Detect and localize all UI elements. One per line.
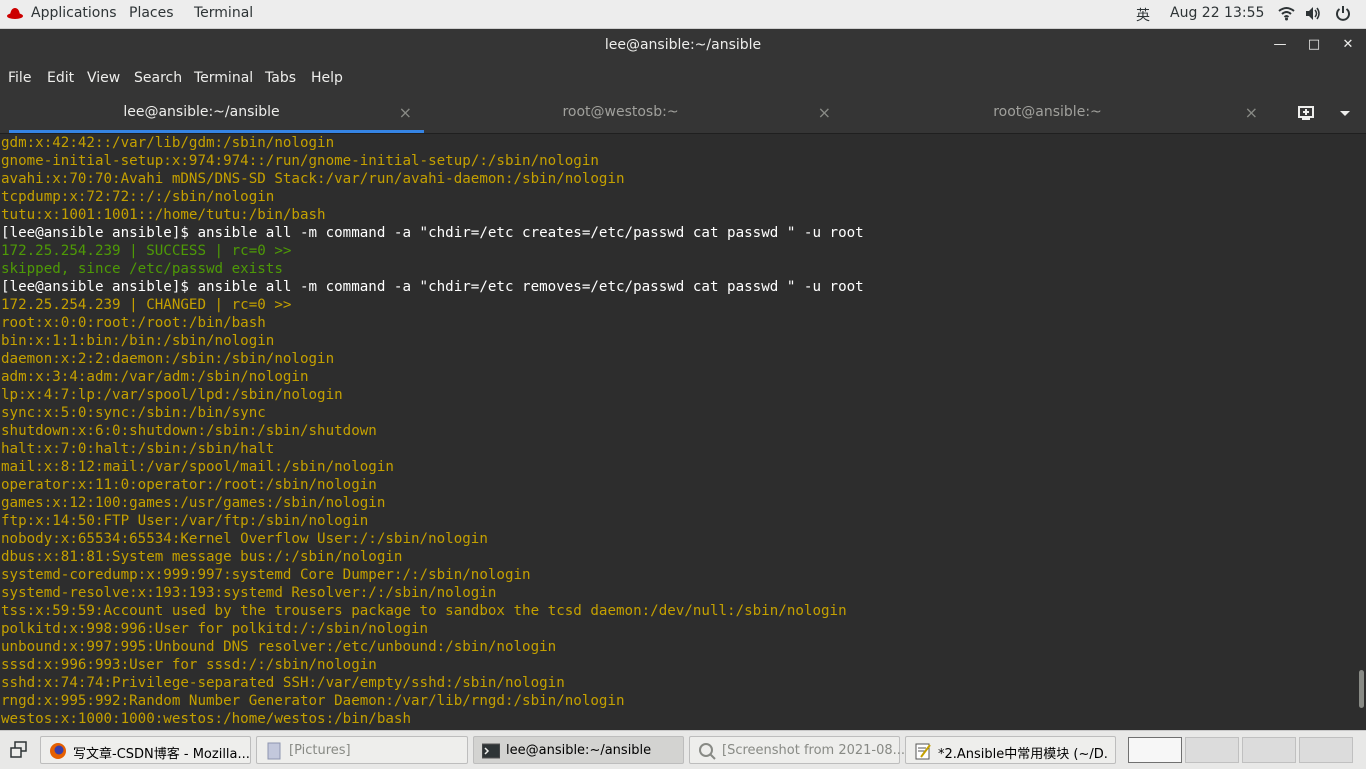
taskbar-item-firefox[interactable]: 写文章-CSDN博客 - Mozilla... — [40, 736, 251, 764]
image-viewer-icon — [699, 743, 716, 760]
taskbar-item-screenshot[interactable]: [Screenshot from 2021-08... — [689, 736, 905, 764]
taskbar-item-label: 写文章-CSDN博客 - Mozilla... — [73, 747, 250, 762]
tab-label: root@westosb:~ — [562, 104, 679, 120]
taskbar-item-label: *2.Ansible中常用模块 (~/D... — [938, 747, 1108, 762]
terminal-line: operator:x:11:0:operator:/root:/sbin/nol… — [1, 477, 377, 493]
redhat-logo-icon[interactable] — [7, 7, 23, 19]
terminal-line: halt:x:7:0:halt:/sbin:/sbin/halt — [1, 441, 275, 457]
taskbar-item-terminal[interactable]: lee@ansible:~/ansible — [473, 736, 684, 764]
close-tab-icon[interactable]: × — [399, 103, 412, 122]
terminal-line: games:x:12:100:games:/usr/games:/sbin/no… — [1, 495, 386, 511]
window-titlebar[interactable]: lee@ansible:~/ansible — □ ✕ — [0, 29, 1366, 63]
terminal-line: shutdown:x:6:0:shutdown:/sbin:/sbin/shut… — [1, 423, 377, 439]
terminal-line: root:x:0:0:root:/root:/bin/bash — [1, 315, 266, 331]
terminal-line: 172.25.254.239 | CHANGED | rc=0 >> — [1, 297, 292, 313]
terminal-line: sssd:x:996:993:User for sssd:/:/sbin/nol… — [1, 657, 377, 673]
power-icon[interactable] — [1335, 5, 1351, 21]
close-tab-icon[interactable]: × — [818, 103, 831, 122]
scrollbar-thumb[interactable] — [1359, 670, 1364, 708]
terminal-line: westos:x:1000:1000:westos:/home/westos:/… — [1, 711, 411, 727]
tab-bar: lee@ansible:~/ansible × root@westosb:~ ×… — [0, 93, 1366, 134]
terminal-output[interactable]: gdm:x:42:42::/var/lib/gdm:/sbin/nologing… — [0, 134, 1356, 730]
menu-help[interactable]: Help — [311, 70, 343, 86]
terminal-icon — [482, 743, 500, 759]
workspace-2[interactable] — [1185, 737, 1239, 763]
minimize-button[interactable]: — — [1272, 37, 1288, 53]
menu-file[interactable]: File — [8, 70, 31, 86]
new-tab-icon[interactable] — [1297, 105, 1315, 121]
terminal-line: daemon:x:2:2:daemon:/sbin:/sbin/nologin — [1, 351, 335, 367]
tab-label: root@ansible:~ — [993, 104, 1102, 120]
menu-bar: File Edit View Search Terminal Tabs Help — [0, 63, 1366, 94]
menu-tabs[interactable]: Tabs — [265, 70, 296, 86]
terminal-line: bin:x:1:1:bin:/bin:/sbin/nologin — [1, 333, 275, 349]
wifi-icon[interactable] — [1278, 6, 1295, 21]
places-menu[interactable]: Places — [129, 5, 174, 21]
terminal-line: sync:x:5:0:sync:/sbin:/bin/sync — [1, 405, 266, 421]
taskbar-item-pictures[interactable]: [Pictures] — [256, 736, 468, 764]
terminal-line: unbound:x:997:995:Unbound DNS resolver:/… — [1, 639, 557, 655]
terminal-line: adm:x:3:4:adm:/var/adm:/sbin/nologin — [1, 369, 309, 385]
terminal-line: skipped, since /etc/passwd exists — [1, 261, 283, 277]
terminal-app-menu[interactable]: Terminal — [194, 5, 253, 21]
tab-root-westosb[interactable]: root@westosb:~ × — [428, 93, 843, 133]
tab-root-ansible[interactable]: root@ansible:~ × — [855, 93, 1270, 133]
clock[interactable]: Aug 22 13:55 — [1170, 5, 1264, 21]
tab-lee-ansible[interactable]: lee@ansible:~/ansible × — [9, 93, 424, 133]
applications-menu[interactable]: Applications — [31, 5, 117, 21]
terminal-line: tss:x:59:59:Account used by the trousers… — [1, 603, 847, 619]
taskbar-item-label: [Pictures] — [289, 743, 351, 758]
close-window-button[interactable]: ✕ — [1340, 37, 1356, 53]
workspace-4[interactable] — [1299, 737, 1353, 763]
terminal-line: 172.25.254.239 | SUCCESS | rc=0 >> — [1, 243, 292, 259]
window-list-taskbar: 写文章-CSDN博客 - Mozilla... [Pictures] lee@a… — [0, 730, 1366, 769]
terminal-line: systemd-resolve:x:193:193:systemd Resolv… — [1, 585, 497, 601]
menu-search[interactable]: Search — [134, 70, 182, 86]
menu-view[interactable]: View — [87, 70, 120, 86]
taskbar-item-text-editor[interactable]: *2.Ansible中常用模块 (~/D... — [905, 736, 1116, 764]
close-tab-icon[interactable]: × — [1245, 103, 1258, 122]
terminal-line: avahi:x:70:70:Avahi mDNS/DNS-SD Stack:/v… — [1, 171, 625, 187]
maximize-button[interactable]: □ — [1306, 37, 1322, 53]
terminal-line: tutu:x:1001:1001::/home/tutu:/bin/bash — [1, 207, 326, 223]
terminal-line: rngd:x:995:992:Random Number Generator D… — [1, 693, 625, 709]
tab-list-chevron-down-icon[interactable] — [1339, 110, 1351, 118]
show-desktop-icon[interactable] — [10, 741, 28, 759]
terminal-scrollbar[interactable] — [1356, 134, 1366, 730]
folder-icon — [267, 742, 281, 760]
terminal-line: lp:x:4:7:lp:/var/spool/lpd:/sbin/nologin — [1, 387, 343, 403]
terminal-line: polkitd:x:998:996:User for polkitd:/:/sb… — [1, 621, 429, 637]
window-title: lee@ansible:~/ansible — [604, 37, 762, 53]
menu-edit[interactable]: Edit — [47, 70, 74, 86]
top-panel: Applications Places Terminal 英 Aug 22 13… — [0, 0, 1366, 29]
terminal-line: nobody:x:65534:65534:Kernel Overflow Use… — [1, 531, 488, 547]
text-editor-icon — [915, 743, 931, 760]
terminal-line: sshd:x:74:74:Privilege-separated SSH:/va… — [1, 675, 565, 691]
input-method-indicator[interactable]: 英 — [1136, 5, 1150, 25]
volume-icon[interactable] — [1305, 6, 1322, 21]
terminal-line: gnome-initial-setup:x:974:974::/run/gnom… — [1, 153, 599, 169]
workspace-1[interactable] — [1128, 737, 1182, 763]
taskbar-item-label: lee@ansible:~/ansible — [506, 743, 652, 758]
terminal-line: [lee@ansible ansible]$ ansible all -m co… — [1, 225, 864, 241]
terminal-line: ftp:x:14:50:FTP User:/var/ftp:/sbin/nolo… — [1, 513, 369, 529]
terminal-line: dbus:x:81:81:System message bus:/:/sbin/… — [1, 549, 403, 565]
terminal-line: tcpdump:x:72:72::/:/sbin/nologin — [1, 189, 275, 205]
tab-label: lee@ansible:~/ansible — [123, 104, 280, 120]
terminal-line: gdm:x:42:42::/var/lib/gdm:/sbin/nologin — [1, 135, 335, 151]
terminal-line: [lee@ansible ansible]$ ansible all -m co… — [1, 279, 864, 295]
taskbar-item-label: [Screenshot from 2021-08... — [722, 743, 906, 758]
workspace-3[interactable] — [1242, 737, 1296, 763]
terminal-line: systemd-coredump:x:999:997:systemd Core … — [1, 567, 531, 583]
terminal-line: mail:x:8:12:mail:/var/spool/mail:/sbin/n… — [1, 459, 394, 475]
firefox-icon — [50, 743, 66, 759]
menu-terminal[interactable]: Terminal — [194, 70, 253, 86]
